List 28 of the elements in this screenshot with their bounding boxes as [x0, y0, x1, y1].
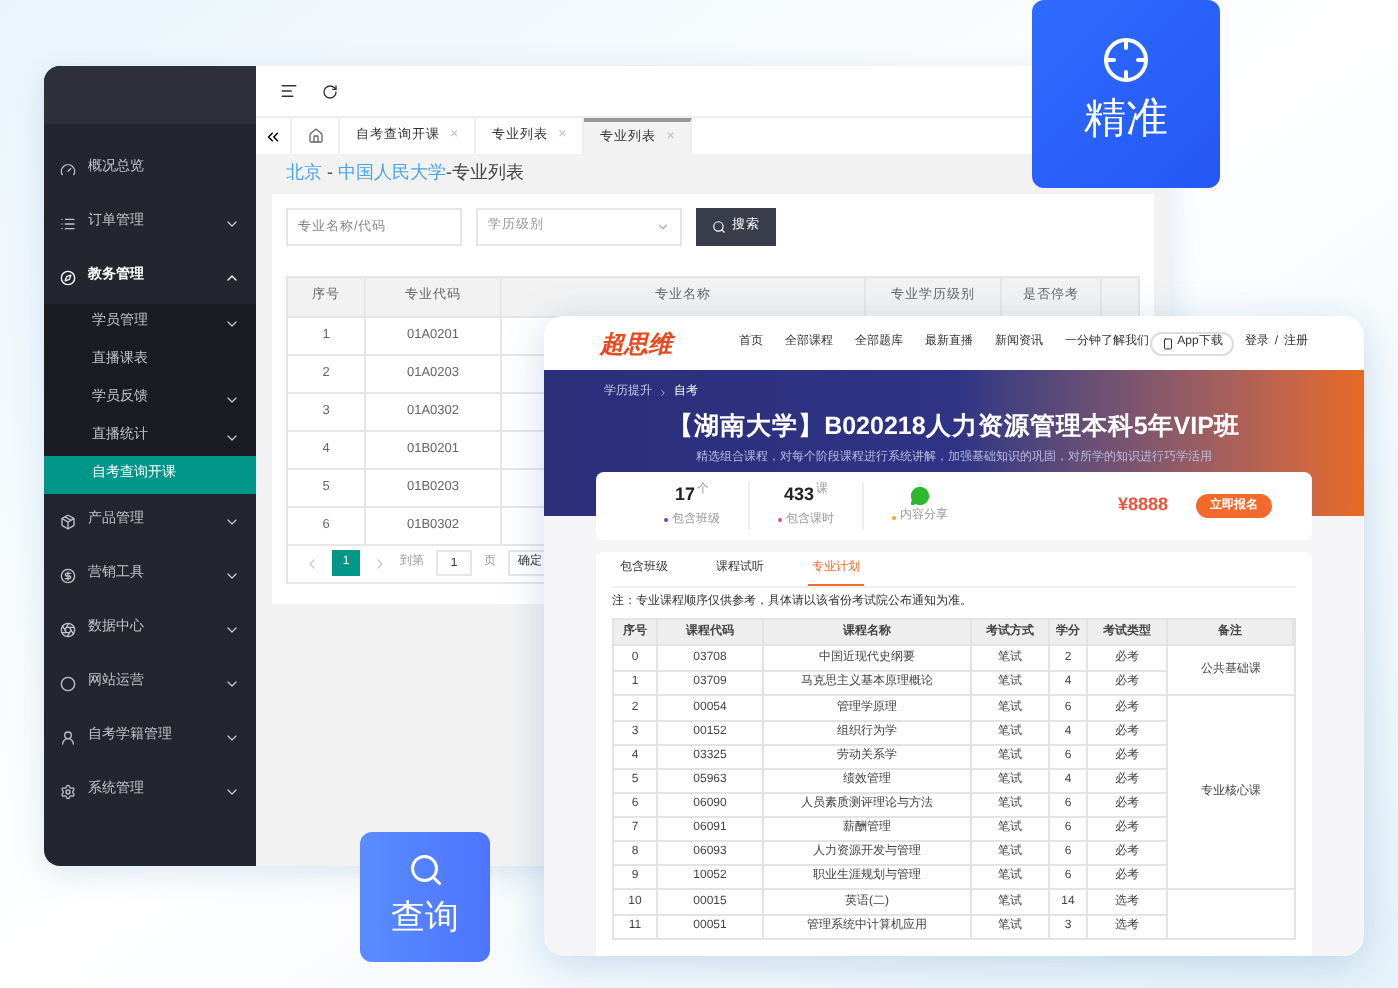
- chat-bubble-icon: [910, 486, 930, 506]
- home-icon: [307, 128, 323, 144]
- compass-icon: [60, 269, 76, 285]
- chevron-right-icon: [658, 388, 668, 398]
- search-icon: [712, 219, 726, 233]
- phone-icon: [1161, 337, 1174, 349]
- logo[interactable]: 超思维: [600, 325, 740, 361]
- breadcrumb: 北京 - 中国人民大学-专业列表: [284, 160, 526, 186]
- coin-icon: [60, 567, 76, 583]
- double-chevron-left-icon: [264, 127, 282, 145]
- list-icon: [60, 215, 76, 231]
- search-icon: [407, 851, 443, 888]
- box-icon: [60, 513, 76, 529]
- refresh-icon[interactable]: [322, 83, 338, 99]
- course-title: 【湖南大学】B020218人力资源管理本科5年VIP班: [666, 410, 1242, 444]
- badge-label: 查询: [391, 895, 459, 940]
- crosshair-icon: [1102, 36, 1150, 85]
- settings-icon: [60, 783, 76, 799]
- caret-down-icon: [656, 219, 670, 233]
- circle-icon: [60, 675, 76, 691]
- menu-icon[interactable]: [280, 82, 298, 100]
- aperture-icon: [60, 621, 76, 637]
- gauge-icon: [60, 161, 76, 177]
- user-icon: [60, 729, 76, 745]
- badge-label: 精准: [1084, 94, 1168, 147]
- stat-value: 17: [674, 482, 695, 509]
- stat-value: 433: [783, 482, 815, 509]
- price: ¥8888: [1117, 492, 1168, 519]
